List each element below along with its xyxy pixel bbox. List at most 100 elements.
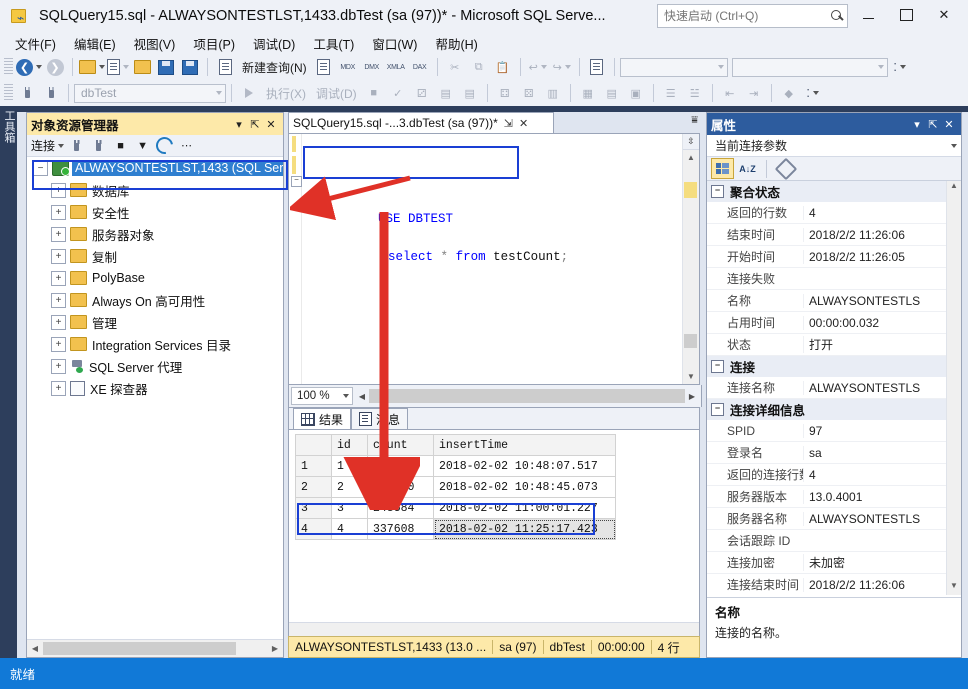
close-icon[interactable]: ✕ xyxy=(263,116,279,132)
pin-icon[interactable]: ⇱ xyxy=(925,118,941,131)
results-grid[interactable]: id count insertTime 1 1 19 684 2018-02-0… xyxy=(295,434,693,540)
maximize-button[interactable] xyxy=(886,0,926,30)
save-button[interactable] xyxy=(155,56,177,78)
object-explorer-tree[interactable]: − ALWAYSONTESTLST,1433 (SQL Ser + 数据库 + … xyxy=(27,157,283,639)
cell-count[interactable]: 19 684 xyxy=(367,455,434,477)
tree-node-always-on[interactable]: + Always On 高可用性 xyxy=(45,289,283,311)
open-file-button[interactable] xyxy=(131,56,153,78)
property-row[interactable]: SPID 97 xyxy=(707,420,961,442)
pin-icon[interactable]: ⇲ xyxy=(504,117,513,130)
property-group-connection[interactable]: − 连接 xyxy=(707,356,961,377)
menu-item-help[interactable]: 帮助(H) xyxy=(426,32,486,55)
tree-node-management[interactable]: + 管理 xyxy=(45,311,283,333)
toggle-pane-button[interactable] xyxy=(586,56,608,78)
collapse-icon[interactable]: − xyxy=(711,360,724,373)
scroll-up-icon[interactable]: ▲ xyxy=(947,181,961,195)
navigate-back-button[interactable]: ❮ xyxy=(16,56,42,78)
split-editor-icon[interactable]: ⇳ xyxy=(683,134,699,150)
property-value[interactable]: sa xyxy=(803,445,961,460)
close-button[interactable]: ✕ xyxy=(924,0,964,30)
toolbar-combo-1[interactable] xyxy=(619,57,728,77)
cell-inserttime[interactable]: 2018-02-02 11:00:01.227 xyxy=(433,497,616,519)
tree-node-replication[interactable]: + 复制 xyxy=(45,245,283,267)
close-icon[interactable]: ✕ xyxy=(941,118,957,131)
minimize-button[interactable] xyxy=(848,0,888,30)
scroll-thumb[interactable] xyxy=(43,642,236,655)
expander-icon[interactable]: + xyxy=(51,336,66,352)
table-row[interactable]: 3 3 243584 2018-02-02 11:00:01.227 xyxy=(295,497,616,519)
quick-launch-input[interactable] xyxy=(658,8,827,24)
tree-node-sql-agent[interactable]: + SQL Server 代理 xyxy=(45,355,283,377)
toolbar-grip-2[interactable] xyxy=(4,84,13,102)
tree-node-security[interactable]: + 安全性 xyxy=(45,201,283,223)
tree-node-server[interactable]: − ALWAYSONTESTLST,1433 (SQL Ser xyxy=(27,157,283,179)
property-value[interactable]: 13.0.4001 xyxy=(803,489,961,504)
row-number[interactable]: 4 xyxy=(295,518,332,540)
property-value[interactable]: ALWAYSONTESTLS xyxy=(803,293,961,308)
expander-icon[interactable]: + xyxy=(51,380,66,396)
connect-object-explorer-icon[interactable] xyxy=(67,137,86,155)
property-value[interactable]: 打开 xyxy=(803,336,961,353)
row-number[interactable]: 2 xyxy=(295,476,332,498)
alphabetical-button[interactable]: A↓Z xyxy=(737,159,758,178)
menu-item-view[interactable]: 视图(V) xyxy=(125,32,185,55)
new-project-button[interactable] xyxy=(79,56,105,78)
new-xmla-query-button[interactable]: XMLA xyxy=(385,56,407,78)
code-line-2[interactable]: select * from testCount; xyxy=(303,229,683,264)
property-value[interactable]: 4 xyxy=(803,205,961,220)
expander-icon[interactable]: + xyxy=(51,292,66,308)
save-all-button[interactable] xyxy=(179,56,201,78)
property-row[interactable]: 状态 打开 xyxy=(707,334,961,356)
scroll-thumb[interactable] xyxy=(684,334,697,348)
collapse-icon[interactable]: − xyxy=(291,176,302,187)
property-row[interactable]: 返回的连接行数 4 xyxy=(707,464,961,486)
menu-item-window[interactable]: 窗口(W) xyxy=(363,32,426,55)
property-row[interactable]: 名称 ALWAYSONTESTLS xyxy=(707,290,961,312)
scroll-right-icon[interactable]: ▶ xyxy=(685,392,699,401)
cell-id[interactable]: 4 xyxy=(331,518,368,540)
sql-editor[interactable]: − USE DBTEST select * from testCount; ⇳ … xyxy=(288,133,700,385)
table-row[interactable]: 2 2 19 310 2018-02-02 10:48:45.073 xyxy=(295,476,616,498)
new-query-button[interactable]: 新建查询(N) xyxy=(238,56,311,78)
toolbar-combo-2[interactable] xyxy=(731,57,888,77)
execute-play-icon[interactable] xyxy=(238,82,260,104)
column-header-rownum[interactable] xyxy=(295,434,332,456)
tab-overflow-icon[interactable]: ⩸ xyxy=(691,114,698,127)
property-value[interactable]: 97 xyxy=(803,423,961,438)
toolbar-grip[interactable] xyxy=(4,58,13,76)
new-analysis-query-button[interactable] xyxy=(313,56,335,78)
property-group-connection-details[interactable]: − 连接详细信息 xyxy=(707,399,961,420)
menu-item-file[interactable]: 文件(F) xyxy=(6,32,65,55)
tree-node-integration-services[interactable]: + Integration Services 目录 xyxy=(45,333,283,355)
cell-id[interactable]: 3 xyxy=(331,497,368,519)
cell-inserttime[interactable]: 2018-02-02 10:48:07.517 xyxy=(433,455,616,477)
cell-inserttime[interactable]: 2018-02-02 10:48:45.073 xyxy=(433,476,616,498)
property-row[interactable]: 登录名 sa xyxy=(707,442,961,464)
properties-object-dropdown[interactable]: 当前连接参数 xyxy=(707,135,961,157)
expander-icon[interactable]: + xyxy=(51,248,66,264)
new-dmx-query-button[interactable]: DMX xyxy=(361,56,383,78)
close-icon[interactable]: ✕ xyxy=(519,117,528,130)
expander-icon[interactable]: + xyxy=(51,226,66,242)
row-number[interactable]: 1 xyxy=(295,455,332,477)
table-row-selected[interactable]: 4 4 337608 2018-02-02 11:25:17.423 xyxy=(295,518,616,540)
property-row[interactable]: 服务器名称 ALWAYSONTESTLS xyxy=(707,508,961,530)
quick-launch-box[interactable] xyxy=(657,4,848,28)
property-row[interactable]: 占用时间 00:00:00.032 xyxy=(707,312,961,334)
object-explorer-hscrollbar[interactable]: ◀ ▶ xyxy=(27,639,283,657)
property-row[interactable]: 连接结束时间 2018/2/2 11:26:06 xyxy=(707,574,961,595)
property-row[interactable]: 返回的行数 4 xyxy=(707,202,961,224)
cell-count[interactable]: 19 310 xyxy=(367,476,434,498)
expander-icon[interactable]: + xyxy=(51,204,66,220)
property-row[interactable]: 会话跟踪 ID xyxy=(707,530,961,552)
categorized-button[interactable] xyxy=(711,158,734,179)
cell-inserttime[interactable]: 2018-02-02 11:25:17.423 xyxy=(433,518,616,540)
scroll-left-icon[interactable]: ◀ xyxy=(27,644,43,653)
property-pages-button[interactable] xyxy=(774,157,797,180)
property-value[interactable]: 2018/2/2 11:26:06 xyxy=(803,577,961,592)
expander-icon[interactable]: + xyxy=(51,314,66,330)
editor-hscrollbar[interactable]: ◀ ▶ xyxy=(355,388,699,404)
scroll-right-icon[interactable]: ▶ xyxy=(267,644,283,653)
new-mdx-query-button[interactable]: MDX xyxy=(337,56,359,78)
property-value[interactable]: 00:00:00.032 xyxy=(803,315,961,330)
